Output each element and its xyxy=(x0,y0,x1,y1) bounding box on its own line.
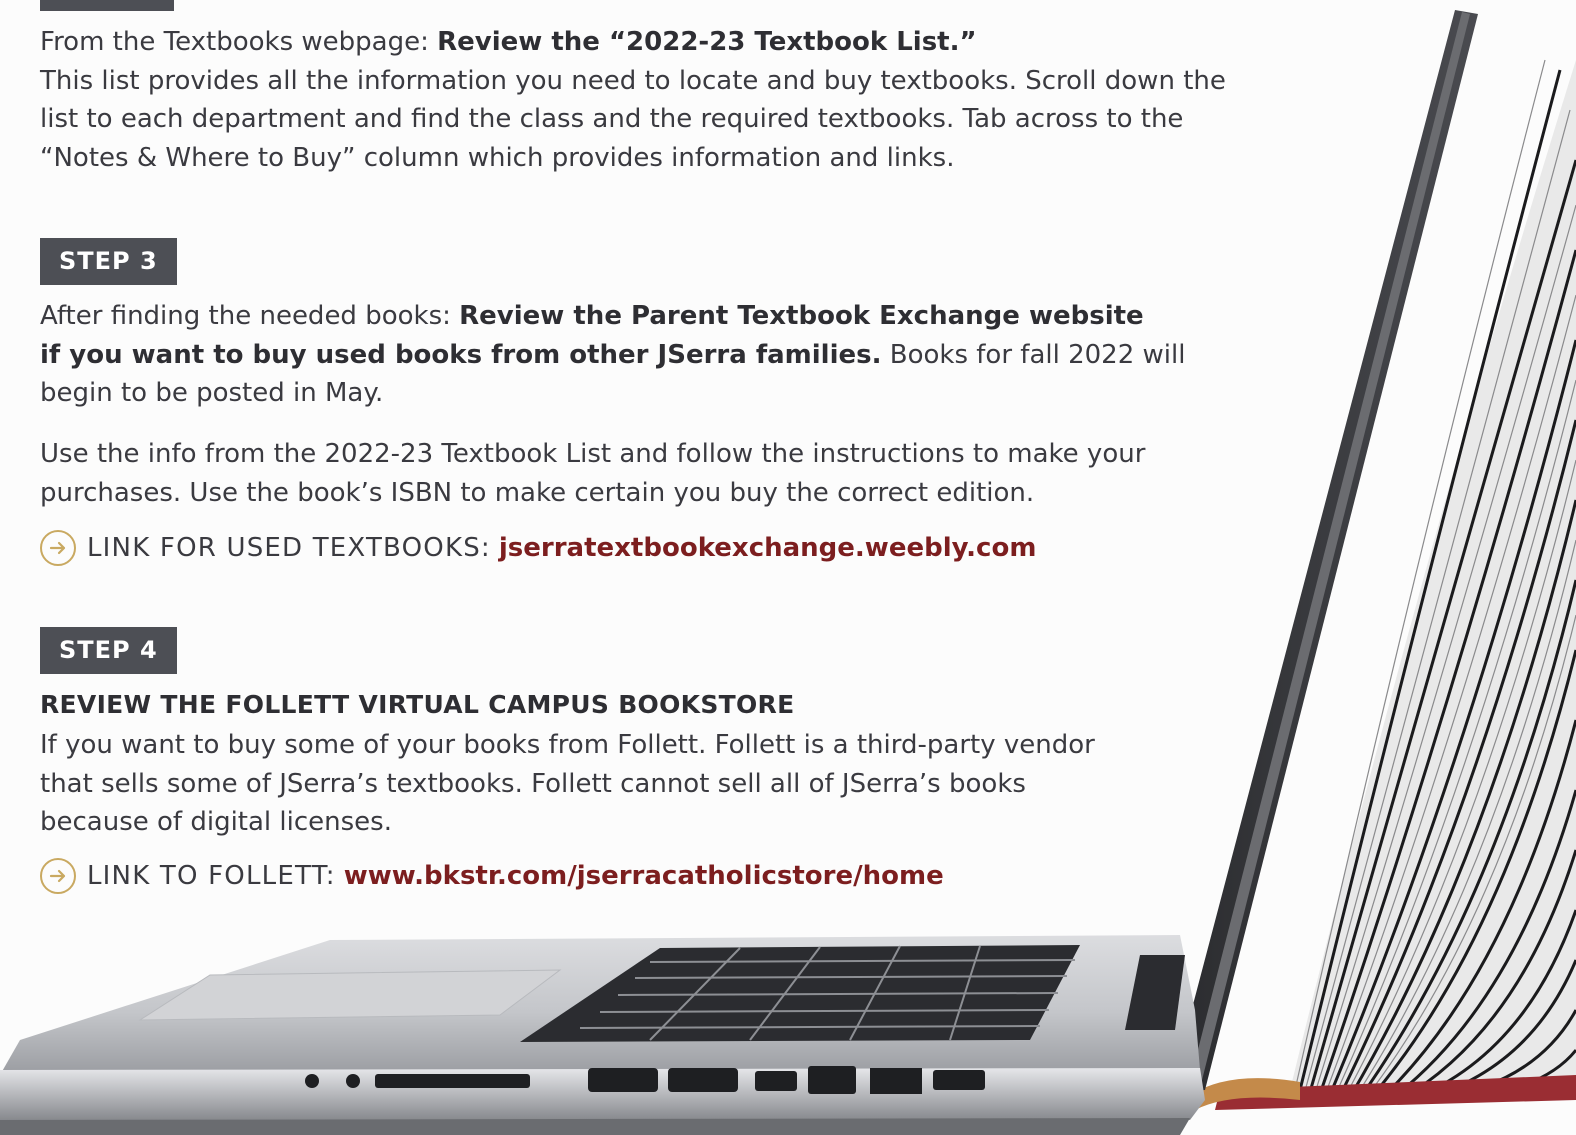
previous-step-badge-edge xyxy=(40,0,174,11)
follett-link-label: LINK TO FOLLETT: xyxy=(87,861,336,891)
step2-line3: “Notes & Where to Buy” column which prov… xyxy=(40,142,955,173)
step4-line1: If you want to buy some of your books fr… xyxy=(40,730,1095,760)
laptop-base xyxy=(0,935,1205,1135)
step3-intro: After finding the needed books: xyxy=(40,301,460,331)
step2-intro-bold: Review the “2022-23 Textbook List.” xyxy=(437,27,977,57)
arrow-right-circle-icon xyxy=(40,858,76,894)
step4-line2: that sells some of JSerra’s textbooks. F… xyxy=(40,768,1026,799)
step3-tail: Books for fall 2022 will xyxy=(881,339,1186,370)
arrow-right-circle-icon xyxy=(40,530,76,566)
follett-link[interactable]: www.bkstr.com/jserracatholicstore/home xyxy=(344,861,944,891)
step2-line2: list to each department and find the cla… xyxy=(40,104,1184,134)
step3-paragraph1: After finding the needed books: Review t… xyxy=(40,297,1280,413)
used-textbooks-link-row: LINK FOR USED TEXTBOOKS: jserratextbooke… xyxy=(40,530,1036,566)
step4-badge: STEP 4 xyxy=(40,627,177,674)
used-textbooks-link[interactable]: jserratextbookexchange.weebly.com xyxy=(499,533,1037,563)
step3-badge: STEP 3 xyxy=(40,238,177,285)
step4-paragraph: If you want to buy some of your books fr… xyxy=(40,726,1280,842)
step2-paragraph: From the Textbooks webpage: Review the “… xyxy=(40,23,1280,177)
book-pages xyxy=(1190,59,1576,1110)
step3-p2-line1: Use the info from the 2022-23 Textbook L… xyxy=(40,439,1146,469)
step3-line3: begin to be posted in May. xyxy=(40,378,384,408)
step3-p2-line2: purchases. Use the book’s ISBN to make c… xyxy=(40,477,1035,508)
step3-paragraph2: Use the info from the 2022-23 Textbook L… xyxy=(40,435,1280,512)
step2-intro: From the Textbooks webpage: xyxy=(40,27,438,57)
step3-bold-b: if you want to buy used books from other… xyxy=(40,339,882,370)
follett-link-row: LINK TO FOLLETT: www.bkstr.com/jserracat… xyxy=(40,858,944,894)
follett-heading: REVIEW THE FOLLETT VIRTUAL CAMPUS BOOKST… xyxy=(40,690,795,719)
step4-line3: because of digital licenses. xyxy=(40,807,392,837)
step2-line1: This list provides all the information y… xyxy=(40,65,1226,96)
step3-bold-a: Review the Parent Textbook Exchange webs… xyxy=(459,301,1144,331)
used-textbooks-link-label: LINK FOR USED TEXTBOOKS: xyxy=(87,533,491,563)
